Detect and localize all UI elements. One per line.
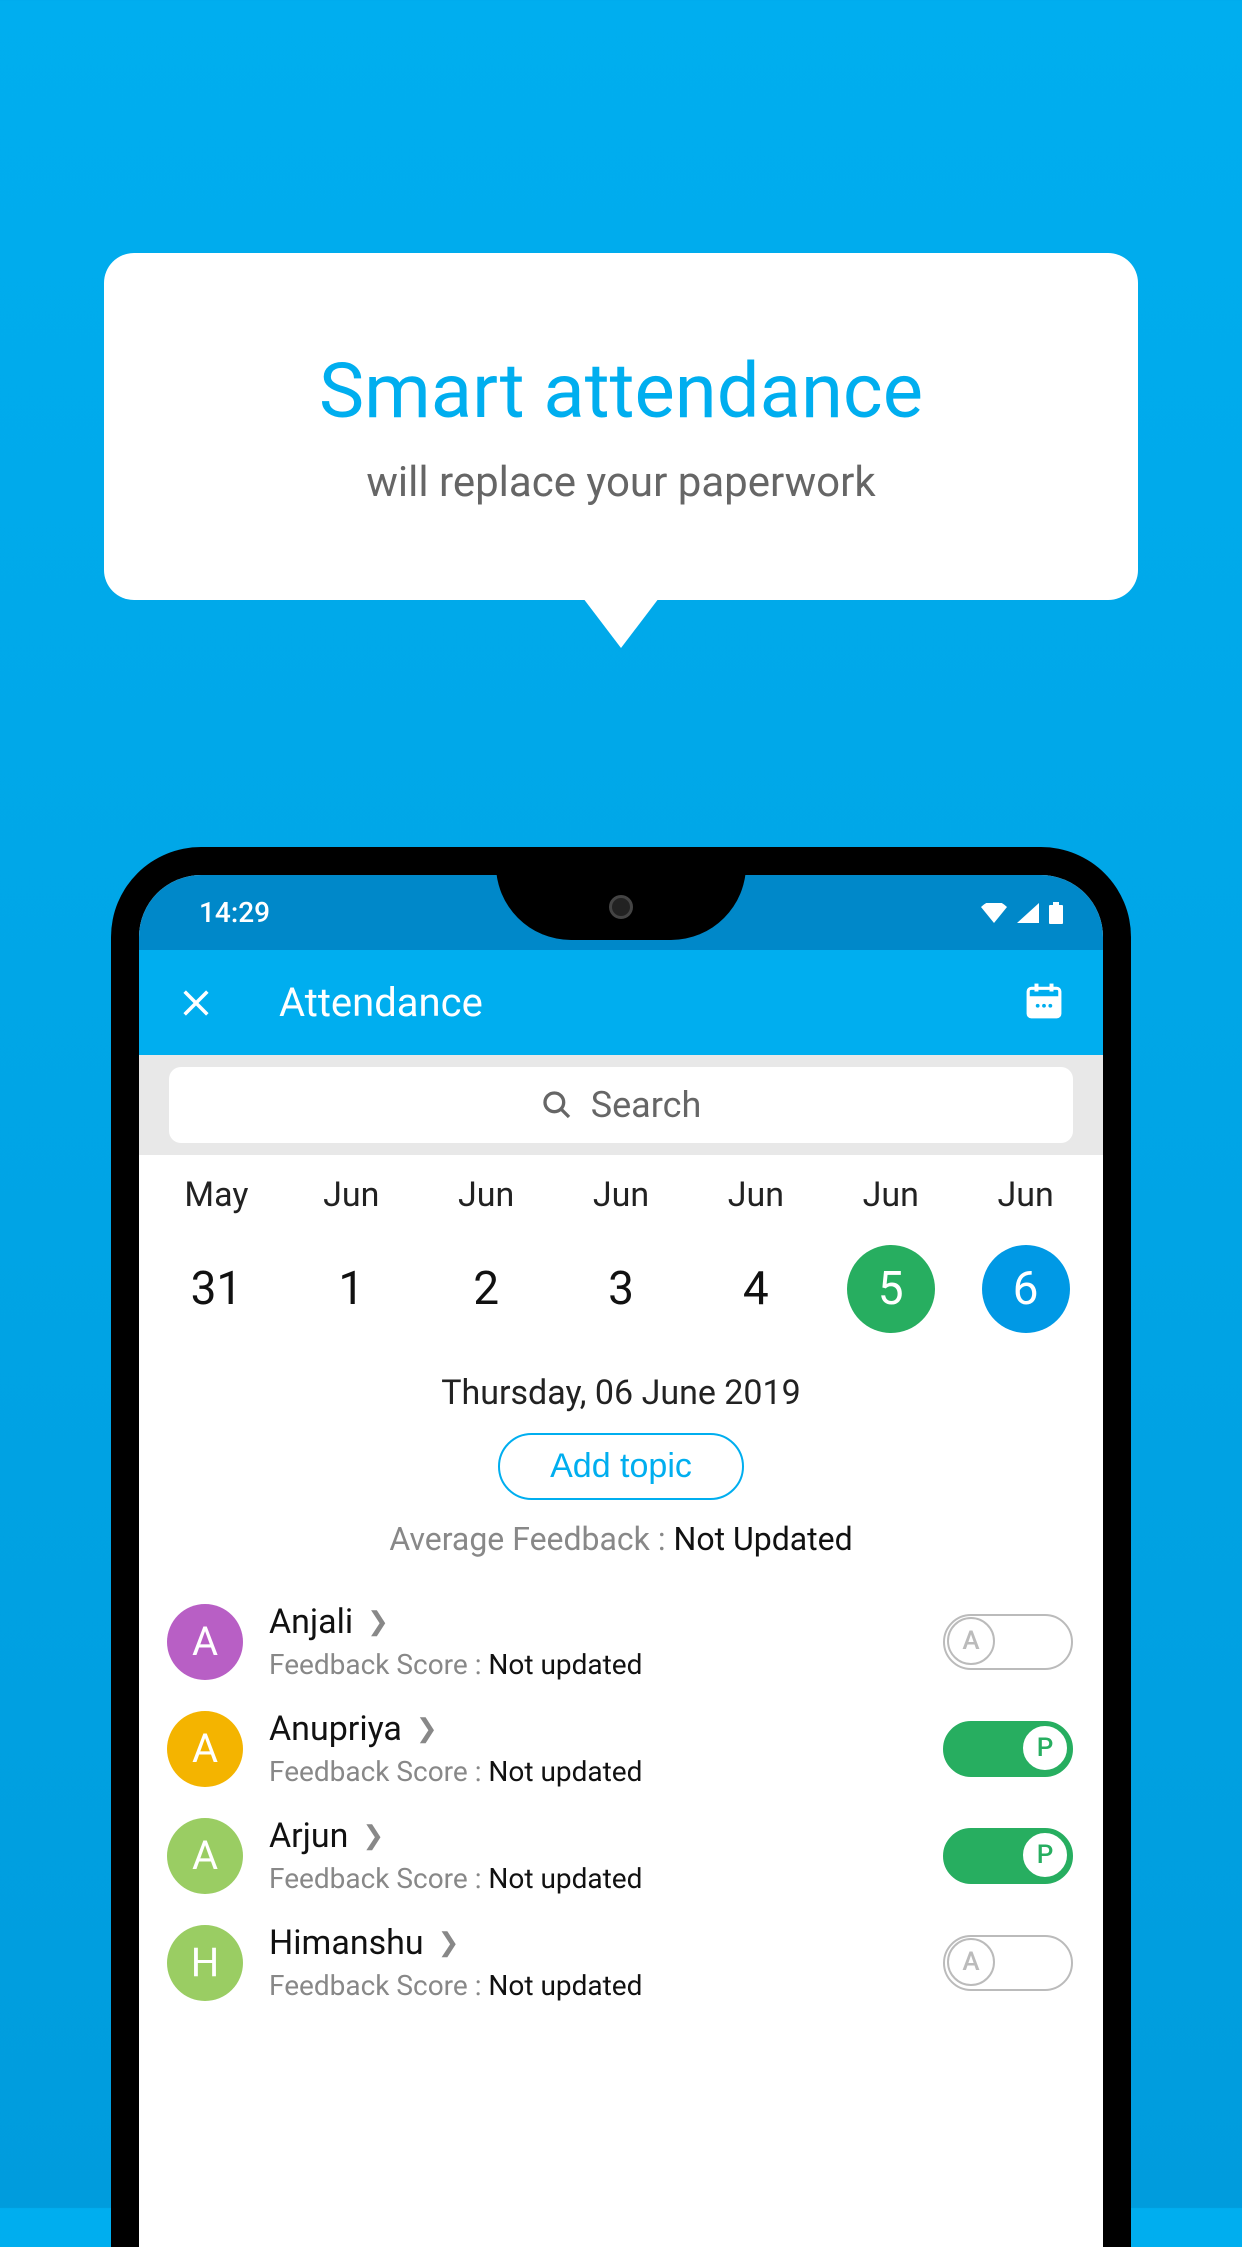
attendance-toggle[interactable]: A	[943, 1614, 1073, 1670]
feedback-line: Feedback Score : Not updated	[269, 1969, 917, 2002]
phone-screen: 14:29 Attendance Search May31Jun1Jun2Jun…	[139, 875, 1103, 2247]
feedback-line: Feedback Score : Not updated	[269, 1862, 917, 1895]
date-cell[interactable]: May 31	[149, 1175, 284, 1333]
date-day: 1	[307, 1245, 395, 1333]
date-month: May	[184, 1175, 248, 1215]
student-name-text: Anupriya	[269, 1709, 402, 1749]
avatar: A	[167, 1604, 243, 1680]
attendance-toggle[interactable]: A	[943, 1935, 1073, 1991]
student-info: Anupriya ❯ Feedback Score : Not updated	[269, 1709, 917, 1788]
feedback-label: Feedback Score :	[269, 1969, 488, 2002]
date-cell[interactable]: Jun 5	[823, 1175, 958, 1333]
chevron-right-icon: ❯	[438, 1928, 460, 1958]
app-header: Attendance	[139, 950, 1103, 1055]
avatar: A	[167, 1818, 243, 1894]
chevron-right-icon: ❯	[416, 1714, 438, 1744]
promo-card: Smart attendance will replace your paper…	[104, 253, 1138, 600]
student-row[interactable]: A Anupriya ❯ Feedback Score : Not updated P	[139, 1695, 1103, 1802]
student-name[interactable]: Himanshu ❯	[269, 1923, 917, 1963]
date-strip[interactable]: May 31 Jun 1 Jun 2 Jun 3 Jun 4 Jun 5 Jun 6	[139, 1155, 1103, 1343]
calendar-icon	[1025, 982, 1063, 1020]
student-info: Arjun ❯ Feedback Score : Not updated	[269, 1816, 917, 1895]
date-day: 31	[172, 1245, 260, 1333]
student-name[interactable]: Arjun ❯	[269, 1816, 917, 1856]
student-row[interactable]: A Anjali ❯ Feedback Score : Not updated A	[139, 1588, 1103, 1695]
date-month: Jun	[863, 1175, 919, 1215]
feedback-value: Not updated	[488, 1648, 642, 1681]
date-cell[interactable]: Jun 1	[284, 1175, 419, 1333]
feedback-value: Not updated	[488, 1862, 642, 1895]
student-name-text: Anjali	[269, 1602, 353, 1642]
date-month: Jun	[728, 1175, 784, 1215]
promo-title: Smart attendance	[319, 346, 923, 436]
status-time: 14:29	[199, 896, 270, 929]
student-name[interactable]: Anupriya ❯	[269, 1709, 917, 1749]
student-row[interactable]: A Arjun ❯ Feedback Score : Not updated P	[139, 1802, 1103, 1909]
avatar: A	[167, 1711, 243, 1787]
feedback-label: Feedback Score :	[269, 1862, 488, 1895]
feedback-label: Feedback Score :	[269, 1755, 488, 1788]
student-row[interactable]: H Himanshu ❯ Feedback Score : Not updated A	[139, 1909, 1103, 2016]
student-name[interactable]: Anjali ❯	[269, 1602, 917, 1642]
student-info: Himanshu ❯ Feedback Score : Not updated	[269, 1923, 917, 2002]
date-month: Jun	[323, 1175, 379, 1215]
camera-icon	[609, 895, 633, 919]
date-month: Jun	[458, 1175, 514, 1215]
date-month: Jun	[997, 1175, 1053, 1215]
battery-icon	[1049, 902, 1063, 924]
speech-tail	[583, 598, 659, 648]
current-date: Thursday, 06 June 2019	[139, 1373, 1103, 1413]
toggle-knob: P	[1021, 1724, 1069, 1772]
add-topic-wrap: Add topic	[139, 1433, 1103, 1500]
phone-frame: 14:29 Attendance Search May31Jun1Jun2Jun…	[111, 847, 1131, 2247]
wifi-icon	[981, 903, 1007, 923]
student-info: Anjali ❯ Feedback Score : Not updated	[269, 1602, 917, 1681]
close-icon	[179, 986, 213, 1020]
search-placeholder: Search	[591, 1084, 702, 1126]
header-title: Attendance	[279, 979, 965, 1026]
feedback-value: Not updated	[488, 1969, 642, 2002]
close-button[interactable]	[179, 986, 219, 1020]
search-icon	[541, 1089, 573, 1121]
date-day: 3	[577, 1245, 665, 1333]
feedback-line: Feedback Score : Not updated	[269, 1648, 917, 1681]
calendar-button[interactable]	[1025, 982, 1063, 1024]
date-month: Jun	[593, 1175, 649, 1215]
feedback-line: Feedback Score : Not updated	[269, 1755, 917, 1788]
status-icons	[981, 902, 1063, 924]
average-feedback: Average Feedback : Not Updated	[139, 1520, 1103, 1558]
student-list[interactable]: AAnjali❯Feedback Score : Not updatedAAAn…	[139, 1588, 1103, 2016]
feedback-value: Not updated	[488, 1755, 642, 1788]
attendance-toggle[interactable]: P	[943, 1828, 1073, 1884]
student-name-text: Arjun	[269, 1816, 348, 1856]
toggle-knob: A	[947, 1938, 995, 1986]
promo-subtitle: will replace your paperwork	[366, 458, 875, 507]
signal-icon	[1017, 903, 1039, 923]
search-input[interactable]: Search	[169, 1067, 1073, 1143]
toggle-knob: A	[947, 1617, 995, 1665]
date-cell[interactable]: Jun 3	[554, 1175, 689, 1333]
date-day: 6	[982, 1245, 1070, 1333]
chevron-right-icon: ❯	[367, 1607, 389, 1637]
date-cell[interactable]: Jun 6	[958, 1175, 1093, 1333]
date-cell[interactable]: Jun 2	[419, 1175, 554, 1333]
toggle-knob: P	[1021, 1831, 1069, 1879]
avg-feedback-value: Not Updated	[674, 1520, 853, 1558]
add-topic-button[interactable]: Add topic	[498, 1433, 744, 1500]
student-name-text: Himanshu	[269, 1923, 424, 1963]
date-cell[interactable]: Jun 4	[688, 1175, 823, 1333]
attendance-toggle[interactable]: P	[943, 1721, 1073, 1777]
chevron-right-icon: ❯	[362, 1821, 384, 1851]
date-day: 4	[712, 1245, 800, 1333]
date-day: 5	[847, 1245, 935, 1333]
date-day: 2	[442, 1245, 530, 1333]
search-wrap: Search	[139, 1055, 1103, 1155]
avg-feedback-label: Average Feedback :	[389, 1520, 673, 1558]
feedback-label: Feedback Score :	[269, 1648, 488, 1681]
avatar: H	[167, 1925, 243, 2001]
